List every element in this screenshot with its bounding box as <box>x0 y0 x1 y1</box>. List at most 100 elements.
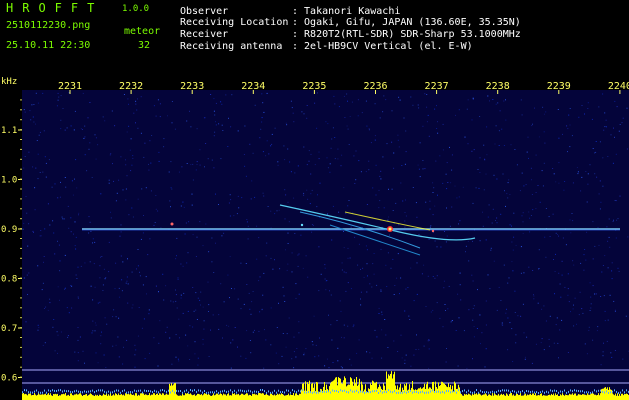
histogram-noise <box>244 390 245 393</box>
noise-dot <box>412 187 414 188</box>
noise-dot <box>237 346 238 348</box>
noise-dot <box>437 132 439 134</box>
noise-dot <box>430 311 432 313</box>
histogram-noise <box>106 391 107 394</box>
histogram-bar <box>490 395 491 400</box>
histogram-noise <box>442 390 443 393</box>
noise-dot <box>305 348 307 350</box>
histogram-noise <box>124 389 125 392</box>
noise-dot <box>190 164 192 166</box>
noise-dot <box>39 131 41 133</box>
histogram-bar <box>363 391 364 400</box>
noise-dot <box>34 187 36 189</box>
noise-dot <box>432 214 434 216</box>
noise-dot <box>247 225 249 227</box>
histogram-noise <box>116 389 117 392</box>
noise-dot <box>327 123 329 125</box>
histogram-bar <box>256 394 257 400</box>
noise-dot <box>229 297 230 299</box>
noise-dot <box>135 100 137 102</box>
histogram-bar <box>34 393 35 400</box>
histogram-noise <box>130 391 131 393</box>
noise-dot <box>465 251 466 253</box>
histogram-noise <box>34 390 35 393</box>
noise-dot <box>349 358 351 360</box>
histogram-bar <box>207 394 208 400</box>
noise-dot <box>71 307 73 309</box>
noise-dot <box>187 252 189 254</box>
noise-dot <box>277 161 279 163</box>
noise-dot <box>555 232 557 234</box>
histogram-bar <box>525 393 526 400</box>
noise-dot <box>126 339 128 341</box>
histogram-bar <box>435 381 436 400</box>
noise-dot <box>26 212 28 214</box>
noise-dot <box>366 291 368 293</box>
noise-dot <box>604 320 606 322</box>
histogram-bar <box>224 394 225 400</box>
noise-dot <box>137 98 138 100</box>
histogram-noise <box>328 390 329 393</box>
noise-dot <box>603 129 605 131</box>
noise-dot <box>283 295 285 297</box>
histogram-noise <box>524 391 525 394</box>
histogram-bar <box>81 394 82 400</box>
histogram-noise <box>326 390 327 393</box>
noise-dot <box>564 181 566 182</box>
noise-dot <box>60 128 62 130</box>
histogram-bar <box>297 394 298 400</box>
histogram-noise <box>344 389 345 392</box>
noise-dot <box>218 123 220 125</box>
noise-dot <box>291 358 293 360</box>
noise-dot <box>121 290 123 292</box>
noise-dot <box>537 302 539 304</box>
noise-dot <box>507 282 509 284</box>
noise-dot <box>418 234 420 235</box>
histogram-bar <box>103 393 104 400</box>
noise-dot <box>115 262 117 264</box>
noise-dot <box>519 190 521 192</box>
noise-dot <box>501 324 503 326</box>
histogram-bar <box>344 376 345 400</box>
histogram-noise <box>294 390 295 393</box>
histogram-noise <box>450 391 451 394</box>
noise-dot <box>526 336 528 338</box>
histogram-bar <box>441 381 442 400</box>
histogram-bar <box>50 393 51 400</box>
histogram-noise <box>224 389 225 392</box>
noise-dot <box>503 264 505 266</box>
noise-dot <box>180 263 182 265</box>
noise-dot <box>265 255 267 257</box>
histogram-bar <box>387 378 388 400</box>
noise-dot <box>345 272 347 274</box>
noise-dot <box>374 329 376 331</box>
noise-dot <box>508 277 510 279</box>
histogram-noise <box>486 391 487 394</box>
noise-dot <box>543 113 545 115</box>
histogram-noise <box>210 391 211 394</box>
noise-dot <box>303 192 305 194</box>
noise-dot <box>114 288 116 290</box>
noise-dot <box>604 126 606 128</box>
noise-dot <box>533 294 534 296</box>
noise-dot <box>97 362 99 364</box>
histogram-bar <box>413 389 414 400</box>
noise-dot <box>343 337 345 339</box>
noise-dot <box>404 226 406 228</box>
noise-dot <box>26 274 28 276</box>
noise-dot <box>300 234 302 236</box>
histogram-noise <box>534 391 535 394</box>
histogram-bar <box>68 394 69 400</box>
histogram-noise <box>504 389 505 392</box>
noise-dot <box>276 210 278 212</box>
noise-dot <box>314 356 316 358</box>
noise-dot <box>234 327 236 328</box>
histogram-bar <box>168 394 169 400</box>
histogram-bar <box>607 387 608 400</box>
noise-dot <box>479 116 481 117</box>
noise-dot <box>398 146 400 148</box>
histogram-bar <box>602 388 603 400</box>
noise-dot <box>263 272 265 274</box>
histogram-bar <box>313 387 314 400</box>
noise-dot <box>60 331 62 333</box>
